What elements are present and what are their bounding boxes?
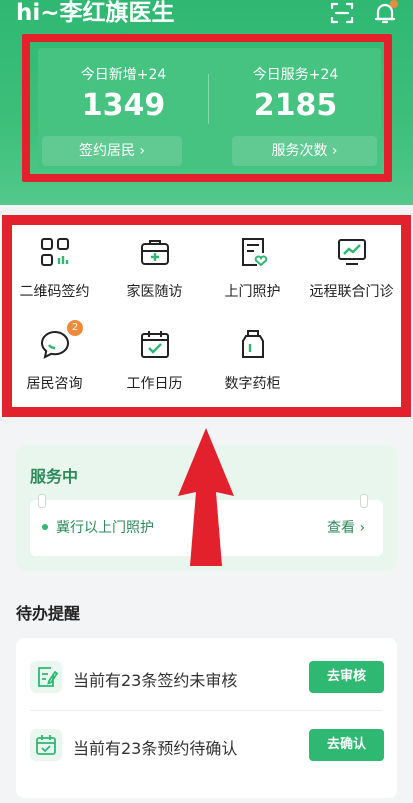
grid-item-label: 数字药柜 xyxy=(224,376,281,392)
grid-item-work-calendar[interactable]: 工作日历 xyxy=(106,320,203,400)
grid-item-home-care[interactable]: 上门照护 xyxy=(204,228,301,308)
grid-item-label: 二维码签约 xyxy=(19,284,90,300)
stat-new-residents: 今日新增+24 1349 签约居民 › xyxy=(38,48,209,170)
todo-item-text: 当前有23条预约待确认 xyxy=(73,739,238,758)
stat-label: 今日新增+24 xyxy=(80,67,167,83)
grid-item-label: 上门照护 xyxy=(224,284,281,300)
binder-pin xyxy=(360,494,368,508)
service-item-label: 冀行以上门照护 xyxy=(56,520,154,536)
confirm-button[interactable]: 去确认 xyxy=(309,729,384,761)
stat-divider xyxy=(208,74,209,124)
stat-services: 今日服务+24 2185 服务次数 › xyxy=(210,48,381,170)
todo-divider xyxy=(30,710,382,711)
stat-value: 2185 xyxy=(253,88,338,123)
review-button[interactable]: 去审核 xyxy=(309,661,384,693)
grid-item-medicine-cabinet[interactable]: 数字药柜 xyxy=(204,320,301,400)
medical-kit-icon xyxy=(139,236,171,268)
todo-section-title: 待办提醒 xyxy=(16,604,81,623)
grid-item-followup[interactable]: 家医随访 xyxy=(106,228,203,308)
stats-card: 今日新增+24 1349 签约居民 › 今日服务+24 2185 服务次数 › xyxy=(38,48,381,170)
grid-item-label: 居民咨询 xyxy=(26,376,83,392)
grid-item-remote-clinic[interactable]: 远程联合门诊 xyxy=(303,228,400,308)
notification-dot xyxy=(390,0,398,8)
chat-bubble-icon xyxy=(39,328,71,360)
service-count-link[interactable]: 服务次数 › xyxy=(232,136,377,166)
calendar-check-icon xyxy=(139,328,171,360)
grid-item-label: 家医随访 xyxy=(126,284,183,300)
scan-icon[interactable] xyxy=(329,0,355,26)
calendar-check-icon xyxy=(30,729,62,761)
care-document-icon xyxy=(237,236,269,268)
status-dot xyxy=(42,524,48,530)
grid-item-consult[interactable]: 居民咨询 xyxy=(6,320,103,400)
view-service-link[interactable]: 查看 › xyxy=(327,517,365,537)
unread-badge: 2 xyxy=(67,320,83,336)
medicine-bottle-icon xyxy=(237,328,269,360)
page-title: hi~李红旗医生 xyxy=(16,0,175,26)
binder-pin xyxy=(38,494,46,508)
stat-label: 今日服务+24 xyxy=(252,67,339,83)
stat-value: 1349 xyxy=(81,88,166,123)
service-title: 服务中 xyxy=(30,467,79,486)
qr-code-icon xyxy=(39,236,71,268)
grid-item-label: 远程联合门诊 xyxy=(309,284,394,300)
annotation-arrow xyxy=(178,426,234,568)
monitor-chart-icon xyxy=(336,236,368,268)
edit-document-icon xyxy=(30,661,62,693)
signed-residents-link[interactable]: 签约居民 › xyxy=(42,136,182,166)
grid-item-label: 工作日历 xyxy=(126,376,183,392)
grid-item-qr-sign[interactable]: 二维码签约 xyxy=(6,228,103,308)
todo-item-text: 当前有23条签约未审核 xyxy=(73,671,238,690)
